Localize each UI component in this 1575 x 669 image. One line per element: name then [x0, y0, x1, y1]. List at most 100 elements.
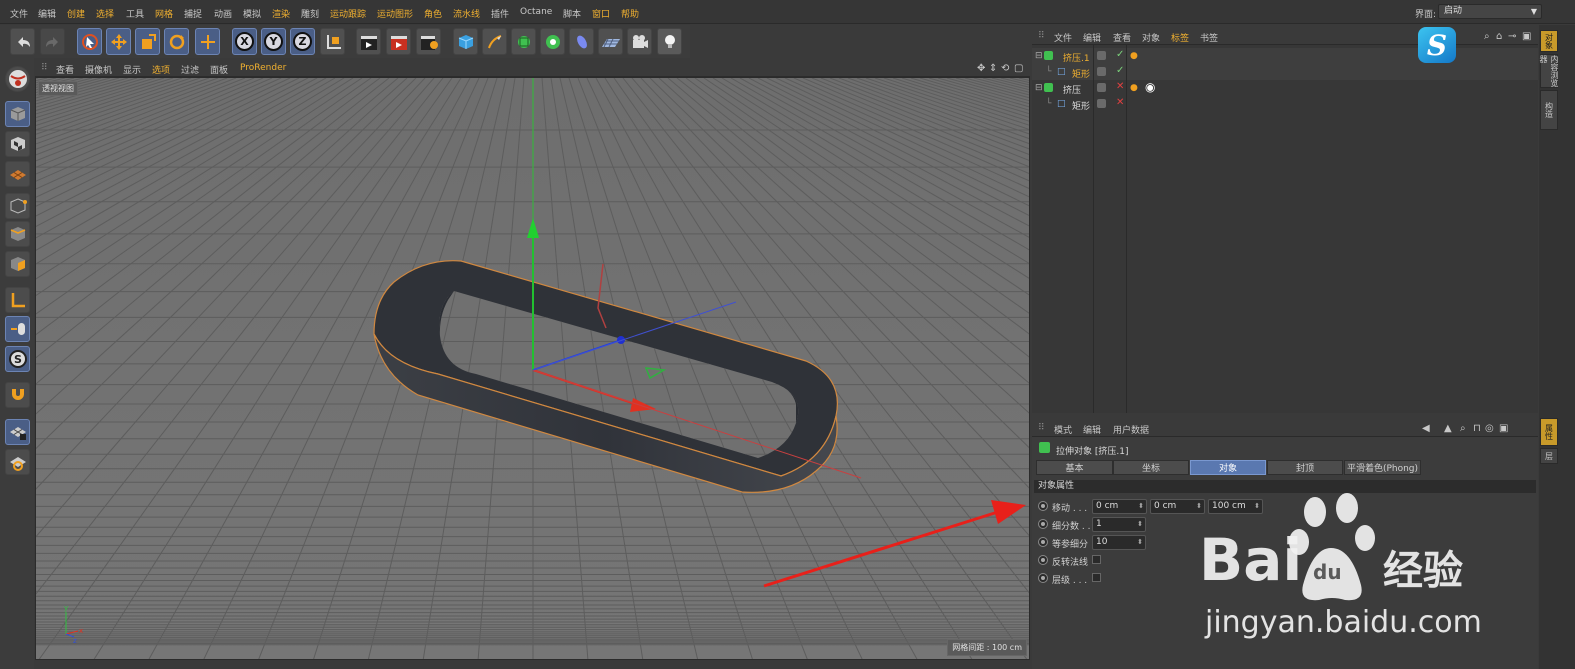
object-row-rectangle[interactable]: └ □ 矩形 ✕ — [1032, 96, 1538, 112]
texture-mode-button[interactable] — [5, 131, 30, 157]
enable-snap-button[interactable] — [5, 382, 30, 408]
visibility-icon[interactable] — [1097, 99, 1106, 108]
animate-radio[interactable] — [1038, 519, 1048, 529]
workplane-mode-button[interactable] — [5, 161, 30, 187]
y-axis-lock-button[interactable]: Y — [261, 28, 286, 55]
animate-radio[interactable] — [1038, 537, 1048, 547]
viewport-menu-filter[interactable]: 过滤 — [181, 63, 199, 76]
disabled-x-icon[interactable]: ✕ — [1116, 97, 1124, 108]
scale-tool[interactable] — [135, 28, 160, 55]
rotate-tool[interactable] — [164, 28, 189, 55]
tab-objects[interactable]: 对象 — [1540, 30, 1558, 52]
menu-octane[interactable]: Octane — [520, 7, 552, 17]
objmgr-menu-objects[interactable]: 对象 — [1142, 31, 1160, 44]
render-settings-button[interactable] — [416, 28, 441, 55]
menu-pipeline[interactable]: 流水线 — [453, 7, 480, 20]
objmgr-menu-edit[interactable]: 编辑 — [1083, 31, 1101, 44]
object-row-rectangle-1[interactable]: └ □ 矩形 ✓ — [1032, 64, 1538, 80]
objmgr-menu-file[interactable]: 文件 — [1054, 31, 1072, 44]
menu-render[interactable]: 渲染 — [272, 7, 290, 20]
menu-select[interactable]: 选择 — [96, 7, 114, 20]
tab-layers[interactable]: 层 — [1540, 448, 1558, 464]
move-x-field[interactable]: 0 cm ⬍ — [1092, 499, 1147, 514]
light-button[interactable] — [657, 28, 682, 55]
cube-object-button[interactable] — [453, 28, 478, 55]
floor-button[interactable] — [598, 28, 623, 55]
object-row-extrude-1[interactable]: ⊟ 挤压.1 ✓ ● — [1032, 48, 1538, 64]
menu-file[interactable]: 文件 — [10, 7, 28, 20]
edges-mode-button[interactable] — [5, 221, 30, 247]
planar-workplane-button[interactable] — [5, 449, 30, 475]
menu-script[interactable]: 脚本 — [563, 7, 581, 20]
objmgr-menu-tags[interactable]: 标签 — [1171, 31, 1189, 44]
render-to-picture-viewer-button[interactable] — [386, 28, 411, 55]
interface-select[interactable]: 启动 ▼ — [1438, 4, 1542, 19]
visibility-icon[interactable] — [1097, 67, 1106, 76]
tab-attributes[interactable]: 属性 — [1540, 418, 1558, 446]
visibility-icon[interactable] — [1097, 83, 1106, 92]
flip-normals-checkbox[interactable] — [1092, 555, 1101, 564]
menu-mesh[interactable]: 网格 — [155, 7, 173, 20]
z-axis-lock-button[interactable]: Z — [290, 28, 315, 55]
menu-character[interactable]: 角色 — [424, 7, 442, 20]
viewport-maximize-icon[interactable]: ▢ — [1014, 63, 1023, 74]
stepper-icon[interactable]: ⬍ — [1138, 500, 1144, 513]
viewport-menu-options[interactable]: 选项 — [152, 63, 170, 76]
home-icon[interactable]: ⌂ — [1496, 31, 1502, 42]
perspective-viewport[interactable]: y x z 透视视图 网格间距 : 100 cm — [35, 77, 1030, 660]
tab-structure[interactable]: 构造 — [1540, 90, 1558, 130]
snap-mode-button[interactable]: S — [5, 346, 30, 372]
deformer-button[interactable] — [569, 28, 594, 55]
render-view-button[interactable] — [356, 28, 381, 55]
menu-help[interactable]: 帮助 — [621, 7, 639, 20]
viewport-move-icon[interactable]: ✥ — [977, 63, 985, 74]
menu-mograph[interactable]: 运动图形 — [377, 7, 413, 20]
tab-caps[interactable]: 封顶 — [1267, 460, 1343, 475]
subdivision-field[interactable]: 1 ⬍ — [1092, 517, 1146, 532]
attr-menu-mode[interactable]: 模式 — [1054, 423, 1072, 436]
enabled-check-icon[interactable]: ✓ — [1116, 65, 1124, 76]
viewport-menu-panel[interactable]: 面板 — [210, 63, 228, 76]
menu-create[interactable]: 创建 — [67, 7, 85, 20]
menu-window[interactable]: 窗口 — [592, 7, 610, 20]
redo-button[interactable] — [40, 28, 65, 55]
viewport-rotate-icon[interactable]: ⟲ — [1001, 63, 1009, 74]
animate-radio[interactable] — [1038, 555, 1048, 565]
object-row-extrude[interactable]: ⊟ 挤压 ✕ ● ◉ — [1032, 80, 1538, 96]
disabled-x-icon[interactable]: ✕ — [1116, 81, 1124, 92]
polygons-mode-button[interactable] — [5, 251, 30, 277]
enabled-check-icon[interactable]: ✓ — [1116, 49, 1124, 60]
stepper-icon[interactable]: ⬍ — [1196, 500, 1202, 513]
move-y-field[interactable]: 0 cm ⬍ — [1150, 499, 1205, 514]
make-editable-button[interactable] — [5, 66, 30, 92]
stepper-icon[interactable]: ⬍ — [1137, 518, 1143, 531]
up-arrow-icon[interactable]: ▲ — [1444, 423, 1452, 434]
model-mode-button[interactable] — [5, 101, 30, 127]
target-icon[interactable]: ◎ — [1485, 423, 1494, 434]
back-arrow-icon[interactable]: ◀ — [1422, 423, 1430, 434]
live-selection-tool[interactable] — [77, 28, 102, 55]
attr-menu-user-data[interactable]: 用户数据 — [1113, 423, 1149, 436]
objmgr-menu-view[interactable]: 查看 — [1113, 31, 1131, 44]
spline-pen-button[interactable] — [482, 28, 507, 55]
iso-subdivision-field[interactable]: 10 ⬍ — [1092, 535, 1146, 550]
cloner-button[interactable] — [540, 28, 565, 55]
viewport-menu-view[interactable]: 查看 — [56, 63, 74, 76]
stepper-icon[interactable]: ⬍ — [1137, 536, 1143, 549]
axis-mode-button[interactable] — [5, 287, 30, 313]
menu-snap[interactable]: 捕捉 — [184, 7, 202, 20]
hierarchical-checkbox[interactable] — [1092, 573, 1101, 582]
camera-button[interactable] — [627, 28, 652, 55]
menu-plugins[interactable]: 插件 — [491, 7, 509, 20]
objmgr-menu-bookmarks[interactable]: 书签 — [1200, 31, 1218, 44]
coordinate-system-button[interactable] — [320, 28, 345, 55]
stepper-icon[interactable]: ⬍ — [1254, 500, 1260, 513]
tab-content-browser[interactable]: 内容浏览器 — [1539, 54, 1559, 88]
panel-menu-icon[interactable]: ▣ — [1499, 423, 1508, 434]
viewport-zoom-icon[interactable]: ⇕ — [989, 63, 997, 74]
viewport-menu-display[interactable]: 显示 — [123, 63, 141, 76]
viewport-menu-prorender[interactable]: ProRender — [240, 63, 286, 73]
menu-sculpt[interactable]: 雕刻 — [301, 7, 319, 20]
menu-simulate[interactable]: 模拟 — [243, 7, 261, 20]
points-mode-button[interactable] — [5, 193, 30, 219]
